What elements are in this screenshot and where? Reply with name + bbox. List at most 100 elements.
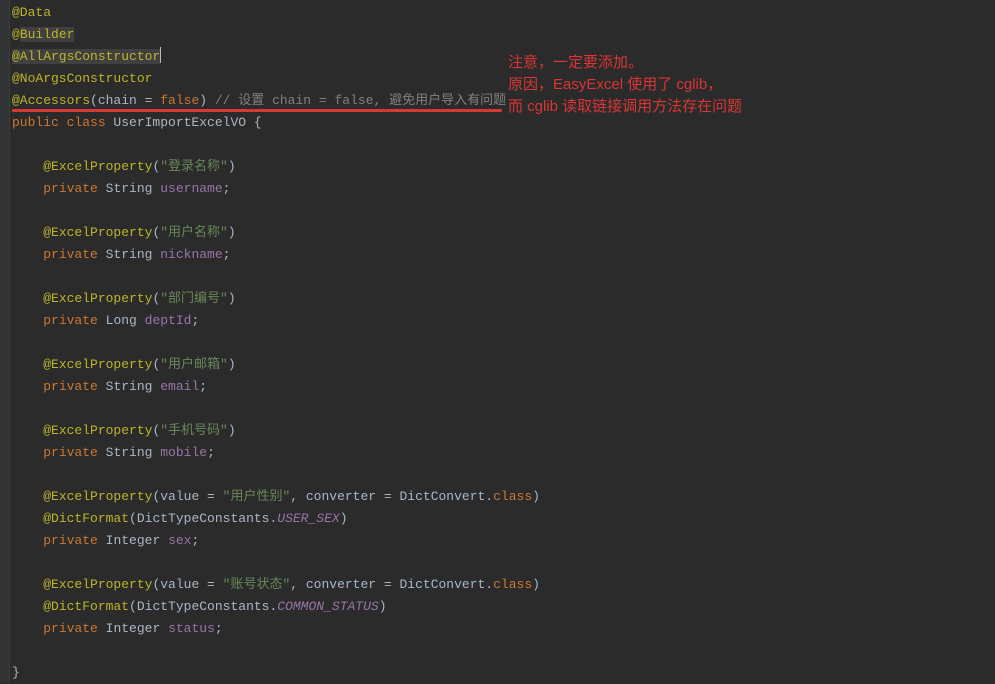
kw-class: class [493, 489, 532, 504]
semi: ; [207, 445, 215, 460]
type-string: String [106, 247, 161, 262]
keyword-false: false [160, 93, 199, 108]
code-line: } [12, 662, 995, 684]
string-literal: "用户邮箱" [160, 357, 228, 372]
annotation-accessors: @Accessors [12, 93, 90, 108]
close-brace: } [12, 665, 20, 680]
paren-open: ( [90, 93, 98, 108]
blank-line [12, 398, 995, 420]
annotation-excelprop: @ExcelProperty [43, 577, 152, 592]
field-deptid: deptId [145, 313, 192, 328]
kw-private: private [43, 313, 105, 328]
red-note-line2: 原因，EasyExcel 使用了 cglib， [508, 74, 722, 96]
kw-private: private [43, 533, 105, 548]
paren: ) [228, 159, 236, 174]
kw-private: private [43, 621, 105, 636]
kw-private: private [43, 181, 105, 196]
red-underline-annotation [12, 109, 502, 112]
paren-close: ) [199, 93, 207, 108]
code-line: @DictFormat(DictTypeConstants.USER_SEX) [12, 508, 995, 530]
semi: ; [199, 379, 207, 394]
const-commonstatus: COMMON_STATUS [277, 599, 378, 614]
paren: ) [228, 291, 236, 306]
semi: ; [223, 247, 231, 262]
annotation-excelprop: @ExcelProperty [43, 357, 152, 372]
code-line: @Builder [12, 24, 995, 46]
paren: ) [228, 423, 236, 438]
field-email: email [160, 379, 199, 394]
type-integer: Integer [106, 533, 168, 548]
type-integer: Integer [106, 621, 168, 636]
type-long: Long [106, 313, 145, 328]
string-literal: "用户名称" [160, 225, 228, 240]
string-literal: "手机号码" [160, 423, 228, 438]
code-line: public class UserImportExcelVO { [12, 112, 995, 134]
annotation-builder: Builder [20, 27, 75, 42]
blank-line [12, 200, 995, 222]
code-line: private Integer status; [12, 618, 995, 640]
code-line: @ExcelProperty(value = "用户性别", converter… [12, 486, 995, 508]
code-line: @AllArgsConstructor [12, 46, 995, 68]
annotation-excelprop: @ExcelProperty [43, 291, 152, 306]
args: ) [379, 599, 387, 614]
string-literal: "用户性别" [223, 489, 291, 504]
code-line: @Data [12, 2, 995, 24]
field-sex: sex [168, 533, 191, 548]
blank-line [12, 552, 995, 574]
red-note-line3: 而 cglib 读取链接调用方法存在问题 [508, 96, 742, 118]
annotation-excelprop: @ExcelProperty [43, 423, 152, 438]
args: (DictTypeConstants. [129, 511, 277, 526]
kw-class: class [493, 577, 532, 592]
annotation-excelprop: @ExcelProperty [43, 225, 152, 240]
code-line: @ExcelProperty("登录名称") [12, 156, 995, 178]
blank-line [12, 640, 995, 662]
kw-public: public [12, 115, 67, 130]
code-line: @DictFormat(DictTypeConstants.COMMON_STA… [12, 596, 995, 618]
semi: ; [223, 181, 231, 196]
open-brace: { [246, 115, 262, 130]
code-line: private Long deptId; [12, 310, 995, 332]
paren: ) [228, 357, 236, 372]
annotation-excelprop: @ExcelProperty [43, 159, 152, 174]
string-literal: "部门编号" [160, 291, 228, 306]
code-line: private String nickname; [12, 244, 995, 266]
code-editor[interactable]: @Data @Builder @AllArgsConstructor @NoAr… [0, 0, 995, 684]
kw-private: private [43, 247, 105, 262]
args: (value = [152, 489, 222, 504]
args: (DictTypeConstants. [129, 599, 277, 614]
code-line: @ExcelProperty("用户邮箱") [12, 354, 995, 376]
type-string: String [106, 445, 161, 460]
red-note-line1: 注意，一定要添加。 [508, 52, 643, 74]
field-mobile: mobile [160, 445, 207, 460]
field-username: username [160, 181, 222, 196]
code-line: private Integer sex; [12, 530, 995, 552]
kw-private: private [43, 379, 105, 394]
code-line: private String username; [12, 178, 995, 200]
code-line: private String email; [12, 376, 995, 398]
field-status: status [168, 621, 215, 636]
args: ) [532, 577, 540, 592]
code-line: private String mobile; [12, 442, 995, 464]
comment-text: // 设置 chain = false, 避免用户导入有问题 [207, 93, 506, 108]
args: (value = [152, 577, 222, 592]
annotation-allargs: @AllArgsConstructor [12, 49, 160, 64]
semi: ; [215, 621, 223, 636]
annotation-excelprop: @ExcelProperty [43, 489, 152, 504]
code-line: @ExcelProperty("用户名称") [12, 222, 995, 244]
text-cursor [160, 47, 161, 63]
args: ) [532, 489, 540, 504]
annotation-dictformat: @DictFormat [43, 599, 129, 614]
type-string: String [106, 181, 161, 196]
code-line: @ExcelProperty(value = "账号状态", converter… [12, 574, 995, 596]
code-line: @NoArgsConstructor [12, 68, 995, 90]
annotation-dictformat: @DictFormat [43, 511, 129, 526]
blank-line [12, 266, 995, 288]
args: , converter = DictConvert. [290, 489, 493, 504]
blank-line [12, 134, 995, 156]
annotation-at: @ [12, 27, 20, 42]
code-line: @ExcelProperty("部门编号") [12, 288, 995, 310]
param-chain: chain = [98, 93, 160, 108]
paren: ) [228, 225, 236, 240]
type-string: String [106, 379, 161, 394]
blank-line [12, 464, 995, 486]
